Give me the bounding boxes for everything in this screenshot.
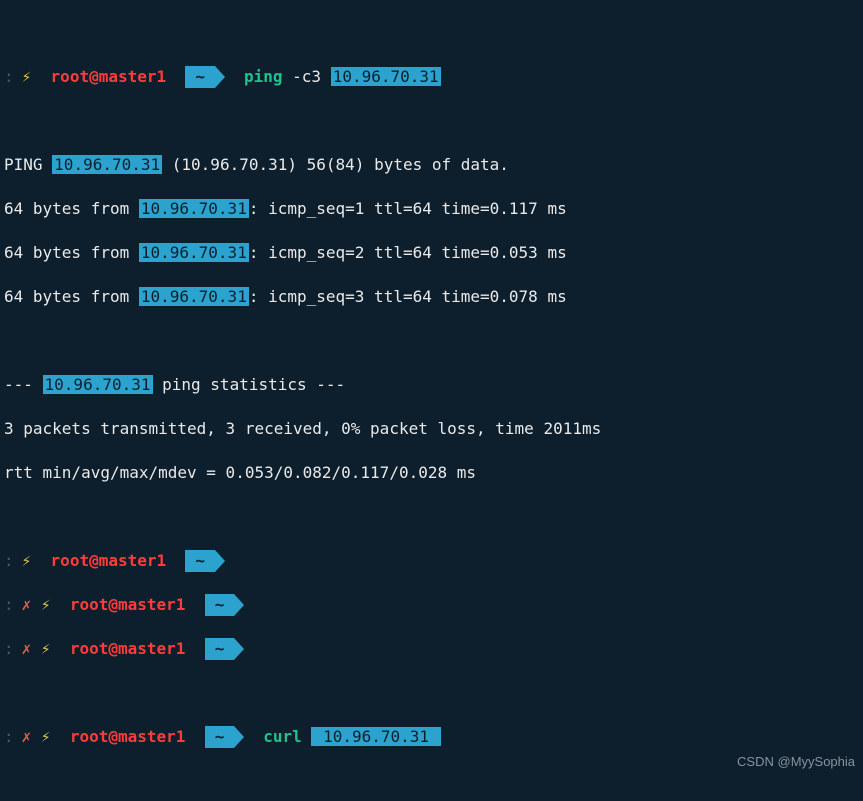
ping-stat-2: rtt min/avg/max/mdev = 0.053/0.082/0.117… (4, 462, 859, 484)
watermark: CSDN @MyySophia (737, 751, 855, 773)
prompt-line-empty-3: : ✗ ⚡ root@master1 ~ (4, 638, 859, 660)
cmd-curl: curl (263, 727, 302, 746)
bolt-icon: ⚡ (22, 67, 32, 86)
prompt-dir-badge: ~ (185, 66, 215, 88)
bolt-icon: ⚡ (41, 595, 51, 614)
ping-stat-header: --- 10.96.70.31 ping statistics --- (4, 374, 859, 396)
bolt-icon: ⚡ (41, 639, 51, 658)
ping-reply-3: 64 bytes from 10.96.70.31: icmp_seq=3 tt… (4, 286, 859, 308)
ping-header: PING 10.96.70.31 (10.96.70.31) 56(84) by… (4, 154, 859, 176)
terminal[interactable]: : ⚡ root@master1 ~ ping -c3 10.96.70.31 … (0, 0, 863, 801)
blank (4, 330, 859, 352)
ping-reply-2: 64 bytes from 10.96.70.31: icmp_seq=2 tt… (4, 242, 859, 264)
fail-icon: ✗ (22, 727, 32, 746)
prompt-user-host: root@master1 (51, 67, 167, 86)
bolt-icon: ⚡ (41, 727, 51, 746)
cmd-ping: ping (244, 67, 283, 86)
ping-reply-1: 64 bytes from 10.96.70.31: icmp_seq=1 tt… (4, 198, 859, 220)
fail-icon: ✗ (22, 639, 32, 658)
ping-stat-1: 3 packets transmitted, 3 received, 0% pa… (4, 418, 859, 440)
bolt-icon: ⚡ (22, 551, 32, 570)
ping-target-ip: 10.96.70.31 (331, 67, 441, 86)
fail-icon: ✗ (22, 595, 32, 614)
cmd-ping-args: -c3 (292, 67, 321, 86)
prompt-line-empty-1: : ⚡ root@master1 ~ (4, 550, 859, 572)
prompt-line-curl: : ✗ ⚡ root@master1 ~ curl 10.96.70.31 (4, 726, 859, 748)
curl-target-ip: 10.96.70.31 (311, 727, 440, 746)
prompt-line-ping: : ⚡ root@master1 ~ ping -c3 10.96.70.31 (4, 66, 859, 88)
prompt-line-empty-2: : ✗ ⚡ root@master1 ~ (4, 594, 859, 616)
